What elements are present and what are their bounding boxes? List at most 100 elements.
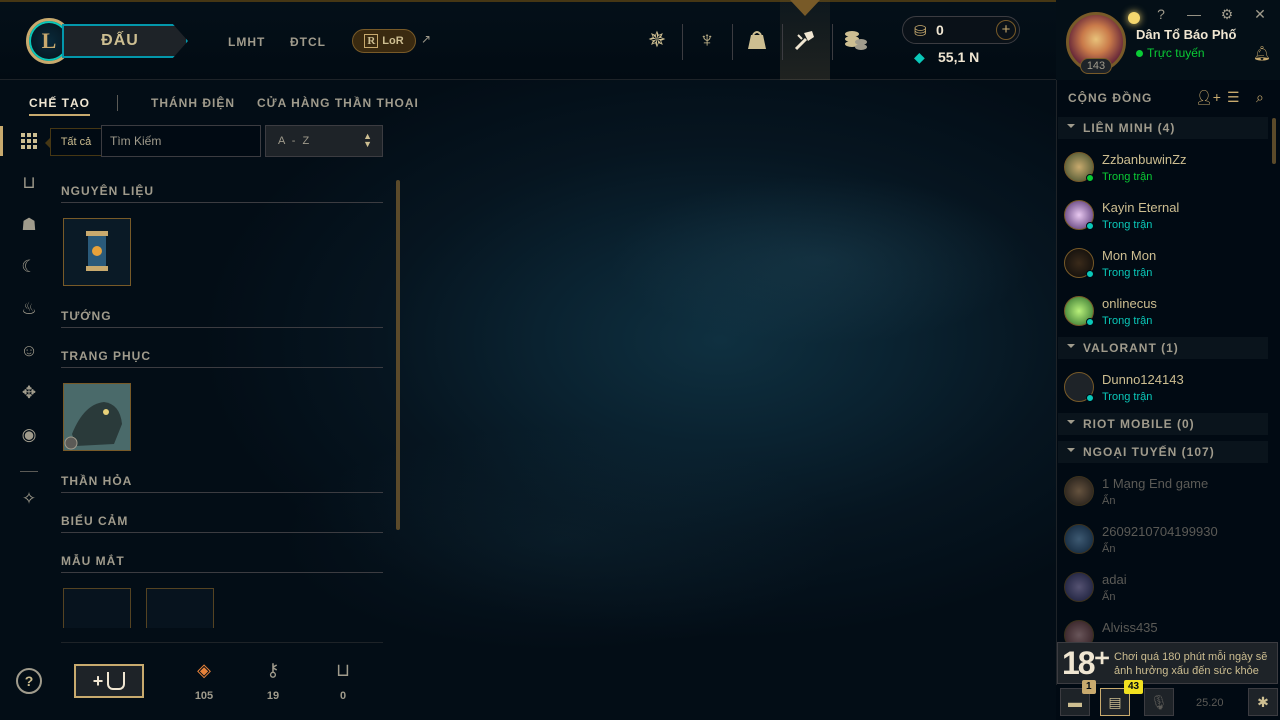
friend-item[interactable]: Alviss435 — [1058, 612, 1268, 642]
close-button[interactable]: ✕ — [1252, 6, 1268, 23]
bug-icon: ✱ — [1257, 694, 1269, 710]
social-scrollbar[interactable] — [1272, 118, 1276, 164]
friend-item[interactable]: adai Ẩn — [1058, 564, 1268, 612]
friend-name: 1 Mạng End game — [1102, 476, 1209, 491]
scrollbar[interactable] — [396, 180, 400, 530]
section-ward-skins: MẪU MẮT — [61, 554, 125, 568]
search-input[interactable]: Tìm Kiếm — [101, 125, 261, 157]
friend-avatar — [1064, 476, 1094, 506]
store-icon[interactable] — [837, 22, 873, 58]
emote-filter-icon[interactable]: ☺ — [16, 338, 42, 364]
notification-bell-icon[interactable]: 🔔︎ — [1253, 45, 1271, 62]
section-divider — [61, 327, 383, 328]
section-champions: TƯỚNG — [61, 309, 112, 323]
friend-name: adai — [1102, 572, 1127, 587]
tab-crafting[interactable]: CHẾ TẠO — [29, 96, 90, 116]
friend-item[interactable]: 2609210704199930 Ẩn — [1058, 516, 1268, 564]
tooltip: Tất cả — [45, 128, 102, 156]
friend-name: Mon Mon — [1102, 248, 1157, 263]
chest-filter-icon[interactable]: ⊔ — [16, 170, 42, 196]
orange-essence-icon: ◈ — [197, 660, 211, 680]
help-icon[interactable]: ? — [16, 668, 42, 694]
group-label: RIOT MOBILE (0) — [1083, 417, 1195, 431]
level-badge: 143 — [1080, 58, 1112, 74]
friend-item[interactable]: Mon Mon Trong trận — [1058, 240, 1268, 288]
tab-mythic-shop[interactable]: CỬA HÀNG THẦN THOẠI — [257, 96, 419, 110]
nav-divider — [682, 24, 683, 60]
other-filter-icon[interactable]: ✧ — [16, 486, 42, 512]
skin-filter-icon[interactable]: ☾ — [16, 254, 42, 280]
group-riot-mobile[interactable]: RIOT MOBILE (0) — [1058, 413, 1268, 435]
tab-sanctum[interactable]: THÁNH ĐIỆN — [151, 96, 235, 110]
bug-report-button[interactable]: ✱ — [1248, 688, 1278, 716]
settings-button[interactable]: ⚙ — [1219, 6, 1235, 23]
friend-name: ZzbanbuwinZz — [1102, 152, 1187, 167]
missions-icon: ▤ — [1108, 694, 1122, 710]
group-league[interactable]: LIÊN MINH (4) — [1058, 117, 1268, 139]
nav-link-dtcl[interactable]: ĐTCL — [290, 35, 326, 49]
add-friend-icon[interactable]: 👤︎+ — [1195, 89, 1221, 106]
chat-icon: ▬ — [1068, 694, 1082, 710]
rail-active-indicator — [0, 126, 3, 156]
tab-divider — [117, 95, 118, 111]
online-status[interactable]: Trực tuyến — [1136, 46, 1205, 60]
play-button[interactable]: ĐẤU — [62, 24, 188, 58]
skin-art-icon — [64, 384, 130, 450]
friend-name: onlinecus — [1102, 296, 1157, 311]
voice-button[interactable]: 🎙︎ — [1144, 688, 1174, 716]
chat-badge: 1 — [1082, 680, 1096, 694]
nav-link-lmht[interactable]: LMHT — [228, 35, 265, 49]
friend-status: Trong trận — [1102, 391, 1153, 403]
caret-down-icon — [1067, 420, 1075, 424]
friend-status: Ẩn — [1102, 543, 1116, 555]
caret-down-icon — [1067, 448, 1075, 452]
group-label: NGOẠI TUYẾN (107) — [1083, 445, 1215, 459]
loot-icon[interactable] — [787, 22, 823, 58]
friend-item[interactable]: 1 Mạng End game Ẩn — [1058, 468, 1268, 516]
group-valorant[interactable]: VALORANT (1) — [1058, 337, 1268, 359]
friend-status: Ẩn — [1102, 495, 1116, 507]
friend-item[interactable]: ZzbanbuwinZz Trong trận — [1058, 144, 1268, 192]
nav-divider — [782, 24, 783, 60]
flame-filter-icon[interactable]: ♨ — [16, 296, 42, 322]
friend-status-dot — [1086, 394, 1094, 402]
hammer-shape — [794, 31, 814, 51]
list-view-icon[interactable]: ☰ — [1227, 89, 1240, 106]
group-offline[interactable]: NGOẠI TUYẾN (107) — [1058, 441, 1268, 463]
craft-chest-button[interactable]: + — [74, 664, 144, 698]
icon-filter-icon[interactable]: ◉ — [16, 422, 42, 448]
ward-tile[interactable] — [146, 588, 214, 628]
chest-icon — [107, 672, 126, 690]
search-icon[interactable]: ⌕ — [1256, 89, 1264, 106]
sort-dropdown[interactable]: A - Z ▲ ▼ — [265, 125, 383, 157]
champion-filter-icon[interactable]: ☗ — [16, 212, 42, 238]
ward-tile[interactable] — [63, 588, 131, 628]
section-emotes: BIỂU CẢM — [61, 514, 129, 528]
age-rating: 18⁺ — [1062, 645, 1111, 681]
section-divider — [61, 642, 383, 643]
lor-button[interactable]: R LoR — [352, 29, 416, 53]
grid-shape — [21, 133, 37, 149]
help-button[interactable]: ? — [1153, 6, 1169, 22]
section-divider — [61, 492, 383, 493]
buy-rp-button[interactable]: + — [996, 20, 1016, 40]
ranked-icon[interactable]: ♆ — [689, 22, 725, 58]
skin-tile[interactable] — [63, 383, 131, 451]
ward-filter-icon[interactable]: ✥ — [16, 380, 42, 406]
friend-status-dot — [1086, 222, 1094, 230]
mystery-jar-icon — [64, 219, 130, 285]
friend-name: Alviss435 — [1102, 620, 1158, 635]
material-tile[interactable] — [63, 218, 131, 286]
grid-all-icon[interactable] — [16, 128, 42, 154]
collection-icon[interactable] — [739, 22, 775, 58]
friend-item[interactable]: Dunno124143 Trong trận — [1058, 364, 1268, 412]
minimize-button[interactable]: — — [1186, 6, 1202, 22]
client-version: 25.20 — [1196, 697, 1224, 709]
friend-status-dot — [1086, 318, 1094, 326]
profile-icon[interactable]: ✵ — [639, 22, 675, 58]
section-wards: THẦN HỎA — [61, 474, 133, 488]
friend-item[interactable]: onlinecus Trong trận — [1058, 288, 1268, 336]
sort-value: A - Z — [278, 135, 312, 147]
friend-item[interactable]: Kayin Eternal Trong trận — [1058, 192, 1268, 240]
status-label: Trực tuyến — [1147, 46, 1205, 60]
